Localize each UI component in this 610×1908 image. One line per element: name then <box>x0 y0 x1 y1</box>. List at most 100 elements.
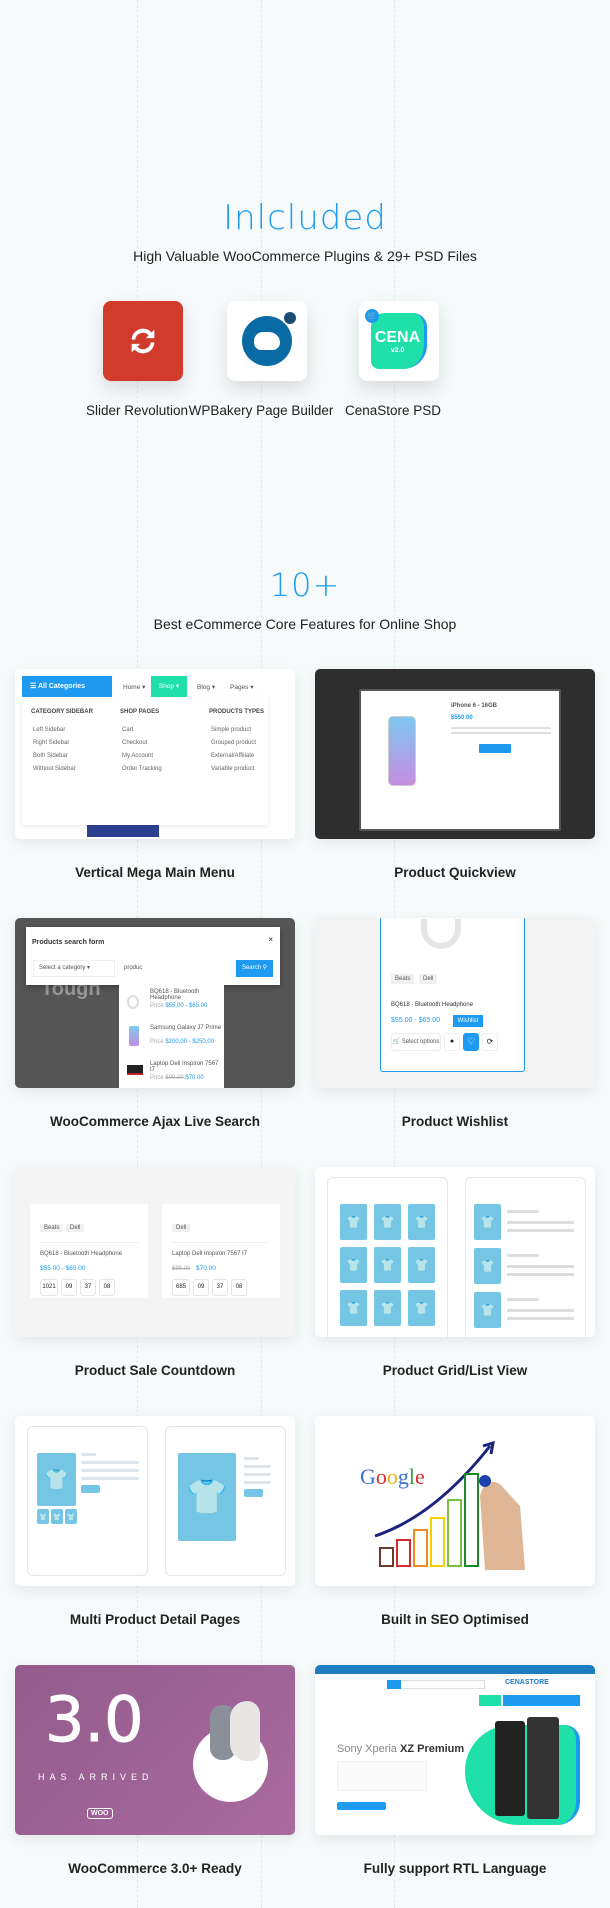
menu-item[interactable]: Variable product <box>211 766 254 772</box>
quickview-preview: iPhone 6 - 16GB $550.00 <box>315 669 595 839</box>
features-title: 10+ <box>269 566 341 604</box>
old-price: $99.00 <box>172 1266 191 1272</box>
menu-item[interactable]: External/Affiliate <box>211 753 254 759</box>
text-placeholder <box>507 1265 574 1268</box>
countdown-preview: Beats Dell BQ618 - Bluetooth Headphone $55.… <box>15 1167 295 1337</box>
tshirt-icon: 👕 <box>374 1290 401 1326</box>
features-subtitle: Best eCommerce Core Features for Online … <box>153 616 457 632</box>
wpbakery-cloud-icon <box>242 312 296 366</box>
menu-item[interactable]: Left Sidebar <box>33 727 65 733</box>
menu-item[interactable]: Right Sidebar <box>33 740 69 746</box>
menu-item[interactable]: Simple product <box>211 727 251 733</box>
product-name[interactable]: Laptop Dell Inspiron 7567 I7 <box>172 1251 247 1257</box>
included-title: Inlcluded <box>223 198 387 238</box>
slider-revolution-logo <box>103 301 183 381</box>
feature-label: WooCommerce Ajax Live Search <box>49 1114 261 1129</box>
tshirt-icon: 👕 <box>408 1290 435 1326</box>
tshirt-icon: 👕 <box>474 1204 501 1240</box>
wpbakery-logo <box>227 301 307 381</box>
tag[interactable]: Dell <box>66 1224 85 1232</box>
countdown-timer-unit: 37 <box>212 1279 228 1296</box>
text-placeholder <box>507 1210 539 1213</box>
cenastore-logo: CENA v2.0 🛒 <box>359 301 439 381</box>
menu-item[interactable]: Without Sidebar <box>33 766 76 772</box>
quickview-title: iPhone 6 - 16GB <box>451 703 498 709</box>
feature-label: WooCommerce 3.0+ Ready <box>68 1861 242 1876</box>
tag[interactable]: Dell <box>172 1224 191 1232</box>
feature-label: Product Grid/List View <box>382 1363 528 1378</box>
add-to-cart-button[interactable] <box>479 744 511 753</box>
feature-label: Fully support RTL Language <box>363 1861 547 1876</box>
menu-item[interactable]: Order Tracking <box>122 766 162 772</box>
countdown-timer-unit: 09 <box>193 1279 209 1296</box>
tshirt-icon: 👕 <box>474 1248 501 1284</box>
text-placeholder <box>507 1317 574 1320</box>
tag[interactable]: Beats <box>40 1224 64 1232</box>
search-input[interactable]: produc <box>124 965 142 971</box>
product-price: $55.00 - $65.00 <box>40 1265 86 1272</box>
wishlist-heart-icon[interactable]: ♡ <box>463 1033 479 1051</box>
tshirt-icon: 👕 <box>340 1290 367 1326</box>
text-placeholder <box>507 1298 539 1301</box>
compare-icon[interactable]: ⟳ <box>482 1033 498 1051</box>
product-name[interactable]: BQ618 - Bluetooth Headphone <box>391 1002 473 1008</box>
menu-item[interactable]: Both Sidebar <box>33 753 68 759</box>
seo-preview: Google <box>315 1416 595 1586</box>
text-placeholder <box>507 1309 574 1312</box>
nav-pages[interactable]: Pages ▾ <box>230 683 254 691</box>
text-placeholder <box>507 1273 574 1276</box>
menu-item[interactable]: Checkout <box>122 740 147 746</box>
select-options-button[interactable]: 🛒 Select options <box>391 1033 441 1051</box>
countdown-product-card: Dell Laptop Dell Inspiron 7567 I7 $99.00 $7… <box>162 1204 280 1298</box>
countdown-timer-unit: 08 <box>231 1279 247 1296</box>
countdown-timer-unit: 09 <box>61 1279 77 1296</box>
feature-label: Vertical Mega Main Menu <box>75 865 235 880</box>
phone-image <box>495 1721 525 1816</box>
cenastore-logo: CENASTORE <box>505 1679 549 1686</box>
menu-column-heading: SHOP PAGES <box>120 709 160 715</box>
text-placeholder <box>507 1229 574 1232</box>
search-results: BQ618 - Bluetooth Headphone Price $55.00… <box>119 985 224 1088</box>
grid-list-preview: 👕 👕 👕 👕 👕 👕 👕 👕 👕 👕 👕 👕 <box>315 1167 595 1337</box>
phone-image <box>388 716 416 786</box>
quickview-price: $550.00 <box>451 715 473 721</box>
product-name[interactable]: BQ618 - Bluetooth Headphone <box>40 1251 122 1257</box>
woo-tagline: HAS ARRIVED <box>38 1772 154 1782</box>
buy-now-button[interactable] <box>337 1802 386 1810</box>
refresh-icon <box>131 328 155 354</box>
feature-label: Product Quickview <box>394 865 516 880</box>
headphone-image <box>421 919 461 949</box>
category-select[interactable]: Select a category ▾ <box>33 960 115 977</box>
nav-home[interactable]: Home ▾ <box>123 683 145 691</box>
wishlist-tooltip: Wishlist <box>453 1015 483 1027</box>
wishlist-preview: Beats Dell BQ618 - Bluetooth Headphone $… <box>315 918 595 1088</box>
tshirt-icon: 👕 <box>374 1204 401 1240</box>
text-placeholder <box>507 1221 574 1224</box>
feature-label: Built in SEO Optimised <box>381 1612 529 1627</box>
nav-shop[interactable]: Shop ▾ <box>151 676 187 697</box>
cart-icon: 🛒 <box>365 309 379 323</box>
countdown-product-card: Beats Dell BQ618 - Bluetooth Headphone $55.… <box>30 1204 148 1298</box>
all-categories-button[interactable]: ☰ All Categories <box>22 676 112 697</box>
ajax-search-preview: Tough Products search form × Select a ca… <box>15 918 295 1088</box>
feature-label: Product Wishlist <box>401 1114 509 1129</box>
tshirt-icon: 👕 <box>340 1247 367 1283</box>
nav-blog[interactable]: Blog ▾ <box>197 683 215 691</box>
close-icon[interactable]: × <box>268 935 273 944</box>
menu-column-heading: PRODUCTS TYPES <box>209 709 265 715</box>
menu-item[interactable]: My Account <box>122 753 153 759</box>
menu-column-heading: CATEGORY SIDEBAR <box>31 709 93 715</box>
search-button[interactable]: Search ⚲ <box>236 960 273 977</box>
tshirt-icon: 👕 <box>374 1247 401 1283</box>
quickview-eye-icon[interactable]: ● <box>444 1033 460 1051</box>
divider <box>40 1242 138 1243</box>
plugin-label: CenaStore PSD <box>344 403 442 418</box>
quickview-modal: iPhone 6 - 16GB $550.00 <box>359 689 561 831</box>
detail-pages-preview: 👕 👕 👕 👕 👕 <box>15 1416 295 1586</box>
text-placeholder <box>507 1254 539 1257</box>
countdown-timer-unit: 1021 <box>40 1279 58 1296</box>
menu-item[interactable]: Cart <box>122 727 133 733</box>
woo-version: 3.0 <box>45 1683 145 1757</box>
woocommerce-3-preview: 3.0 HAS ARRIVED WOO <box>15 1665 295 1835</box>
menu-item[interactable]: Grouped product <box>211 740 256 746</box>
